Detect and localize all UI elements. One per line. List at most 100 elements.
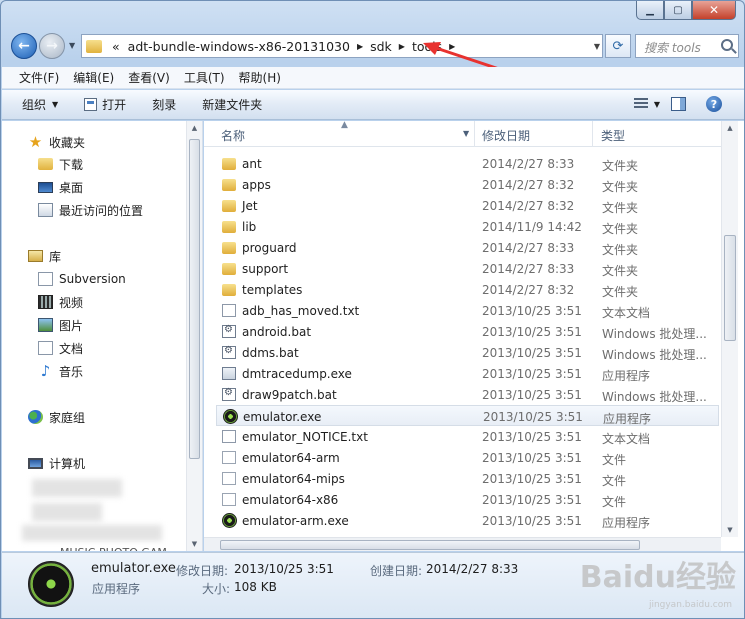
folder-icon: [222, 263, 236, 275]
file-row[interactable]: Jet 2014/2/27 8:32 文件夹: [216, 195, 719, 216]
horizontal-scrollbar[interactable]: [204, 537, 721, 551]
file-row[interactable]: emulator64-mips 2013/10/25 3:51 文件: [216, 468, 719, 489]
nav-libraries-label: 库: [49, 249, 62, 264]
arrow-right-icon: →: [46, 38, 58, 54]
file-row[interactable]: apps 2014/2/27 8:32 文件夹: [216, 174, 719, 195]
file-type: 文本文档: [602, 432, 651, 446]
column-name[interactable]: 名称: [221, 127, 245, 144]
recent-pages-dropdown[interactable]: ▼: [69, 41, 75, 50]
column-name-dropdown[interactable]: ▼: [463, 129, 469, 138]
nav-desktop[interactable]: 桌面: [38, 176, 83, 198]
preview-pane-icon[interactable]: [671, 97, 686, 111]
view-options-icon[interactable]: [634, 98, 648, 110]
blurred-drive-item: [32, 503, 102, 521]
new-folder-button[interactable]: 新建文件夹: [202, 96, 262, 113]
scroll-up-icon[interactable]: ▲: [722, 121, 738, 135]
maximize-button[interactable]: ▢: [664, 1, 692, 20]
nav-libraries[interactable]: 库: [28, 245, 61, 267]
file-row[interactable]: emulator-arm.exe 2013/10/25 3:51 应用程序: [216, 510, 719, 531]
nav-subversion[interactable]: Subversion: [38, 268, 126, 290]
search-input[interactable]: 搜索 tools: [635, 34, 739, 58]
address-bar[interactable]: « adt-bundle-windows-x86-20131030 ▶ sdk …: [81, 34, 603, 58]
file-row[interactable]: proguard 2014/2/27 8:33 文件夹: [216, 237, 719, 258]
nav-music[interactable]: ♪ 音乐: [38, 360, 83, 382]
back-button[interactable]: ←: [11, 33, 37, 59]
minimize-button[interactable]: ▁: [636, 1, 664, 20]
video-icon: [38, 295, 53, 309]
breadcrumb-sdk[interactable]: sdk: [366, 39, 396, 54]
open-button[interactable]: 打开: [84, 96, 126, 113]
menu-edit[interactable]: 编辑(E): [68, 67, 119, 88]
file-row[interactable]: ant 2014/2/27 8:33 文件夹: [216, 153, 719, 174]
scroll-down-icon[interactable]: ▼: [187, 537, 202, 551]
chevron-right-icon[interactable]: ▶: [446, 42, 458, 51]
blurred-drive-item: [32, 479, 122, 497]
arrow-left-icon: ←: [18, 38, 30, 54]
breadcrumb-adt-bundle[interactable]: adt-bundle-windows-x86-20131030: [124, 39, 354, 54]
file-row[interactable]: emulator.exe 2013/10/25 3:51 应用程序: [216, 405, 719, 426]
refresh-button[interactable]: ⟳: [605, 34, 631, 58]
chevron-right-icon[interactable]: ▶: [396, 42, 408, 51]
file-row[interactable]: ddms.bat 2013/10/25 3:51 Windows 批处理...: [216, 342, 719, 363]
search-placeholder: 搜索 tools: [644, 41, 701, 55]
file-row[interactable]: dmtracedump.exe 2013/10/25 3:51 应用程序: [216, 363, 719, 384]
search-icon[interactable]: [721, 39, 733, 51]
chevron-right-icon[interactable]: ▶: [354, 42, 366, 51]
column-modified[interactable]: 修改日期: [482, 127, 530, 144]
nav-pictures[interactable]: 图片: [38, 314, 83, 336]
file-row[interactable]: emulator64-x86 2013/10/25 3:51 文件: [216, 489, 719, 510]
close-button[interactable]: ✕: [692, 1, 736, 20]
folder-icon: [222, 221, 236, 233]
column-separator[interactable]: [474, 121, 475, 147]
organize-button[interactable]: 组织 ▼: [22, 96, 58, 113]
file-row[interactable]: lib 2014/11/9 14:42 文件夹: [216, 216, 719, 237]
file-modified: 2014/2/27 8:32: [482, 178, 575, 192]
file-row[interactable]: draw9patch.bat 2013/10/25 3:51 Windows 批处理…: [216, 384, 719, 405]
column-type[interactable]: 类型: [601, 127, 625, 144]
nav-videos-label: 视频: [59, 295, 84, 310]
download-folder-icon: [38, 158, 53, 170]
file-type: Windows 批处理...: [602, 348, 707, 362]
address-dropdown[interactable]: ▼: [594, 42, 600, 51]
column-separator[interactable]: [592, 121, 593, 147]
breadcrumb-overflow[interactable]: «: [108, 39, 124, 54]
file-row[interactable]: android.bat 2013/10/25 3:51 Windows 批处理...: [216, 321, 719, 342]
menu-help[interactable]: 帮助(H): [234, 67, 286, 88]
file-type: 文件: [602, 453, 627, 467]
burn-button[interactable]: 刻录: [152, 96, 176, 113]
detail-filename: emulator.exe: [91, 561, 176, 576]
nav-vertical-scrollbar[interactable]: ▲ ▼: [186, 121, 202, 551]
nav-truncated-item[interactable]: MUSIC PHOTO GAM: [60, 541, 167, 552]
file-scroll-thumb[interactable]: [724, 235, 736, 341]
file-row[interactable]: emulator64-arm 2013/10/25 3:51 文件: [216, 447, 719, 468]
file-row[interactable]: emulator_NOTICE.txt 2013/10/25 3:51 文本文档: [216, 426, 719, 447]
scroll-down-icon[interactable]: ▼: [722, 523, 738, 537]
breadcrumb-tools[interactable]: tools: [408, 39, 446, 54]
menu-file[interactable]: 文件(F): [14, 67, 64, 88]
file-name: emulator64-x86: [242, 493, 339, 507]
menu-tools[interactable]: 工具(T): [179, 67, 230, 88]
nav-documents[interactable]: 文档: [38, 337, 83, 359]
forward-button[interactable]: →: [39, 33, 65, 59]
file-row[interactable]: support 2014/2/27 8:33 文件夹: [216, 258, 719, 279]
close-icon: ✕: [708, 3, 720, 17]
nav-computer[interactable]: 计算机: [28, 452, 85, 474]
nav-homegroup-label: 家庭组: [49, 410, 86, 425]
folder-icon: [222, 158, 236, 170]
nav-favorites[interactable]: ★ 收藏夹: [28, 131, 85, 153]
help-icon[interactable]: ?: [706, 96, 722, 112]
file-vertical-scrollbar[interactable]: ▲ ▼: [721, 121, 738, 537]
detail-filetype: 应用程序: [92, 582, 141, 596]
file-row[interactable]: adb_has_moved.txt 2013/10/25 3:51 文本文档: [216, 300, 719, 321]
horizontal-scroll-thumb[interactable]: [220, 540, 640, 550]
nav-recent[interactable]: 最近访问的位置: [38, 199, 143, 221]
nav-downloads[interactable]: 下载: [38, 153, 83, 175]
view-dropdown[interactable]: ▼: [654, 100, 660, 109]
nav-recent-label: 最近访问的位置: [59, 203, 144, 218]
file-row[interactable]: templates 2014/2/27 8:32 文件夹: [216, 279, 719, 300]
nav-videos[interactable]: 视频: [38, 291, 83, 313]
nav-scroll-thumb[interactable]: [189, 139, 200, 459]
nav-homegroup[interactable]: 家庭组: [28, 406, 85, 428]
menu-view[interactable]: 查看(V): [123, 67, 175, 88]
scroll-up-icon[interactable]: ▲: [187, 121, 202, 135]
